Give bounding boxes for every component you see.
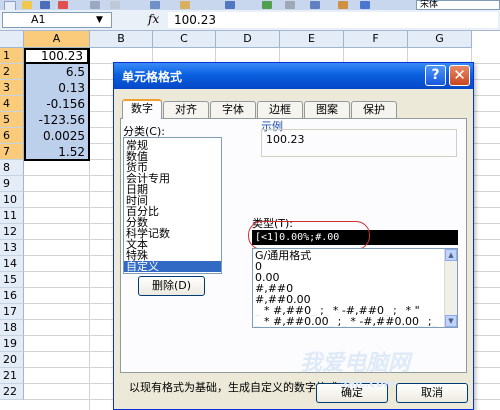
formula-input[interactable]: 100.23 — [168, 12, 498, 28]
row-header[interactable]: 7 — [0, 144, 24, 160]
row-header[interactable]: 21 — [0, 368, 24, 384]
row-header[interactable]: 6 — [0, 128, 24, 144]
cell-a7[interactable]: 1.52 — [24, 144, 89, 160]
permission-icon[interactable] — [58, 1, 68, 9]
chart-icon[interactable] — [338, 1, 348, 9]
cell-a4[interactable]: -0.156 — [24, 96, 89, 112]
formula-bar: A1 ▼ fx 100.23 — [0, 10, 500, 31]
help-icon[interactable] — [360, 1, 370, 9]
cell-a5[interactable]: -123.56 — [24, 112, 89, 128]
row-header[interactable]: 17 — [0, 304, 24, 320]
column-header-d[interactable]: D — [216, 31, 280, 48]
sample-value: 100.23 — [266, 133, 305, 146]
row-header[interactable]: 15 — [0, 272, 24, 288]
row-header[interactable]: 1 — [0, 48, 24, 64]
category-list[interactable]: 常规 数值 货币 会计专用 日期 时间 百分比 分数 科学记数 文本 特殊 自定义 — [123, 137, 222, 274]
close-button[interactable]: ✕ — [449, 65, 470, 86]
row-header[interactable]: 18 — [0, 320, 24, 336]
column-header-e[interactable]: E — [280, 31, 344, 48]
autosum-icon[interactable] — [285, 1, 295, 9]
column-header-c[interactable]: C — [153, 31, 216, 48]
category-item[interactable]: 自定义 — [124, 261, 221, 272]
type-list[interactable]: G/通用格式 0 0.00 #,##0 #,##0.00 _ * #,##0_ ;_ * … — [252, 248, 458, 328]
type-list-item[interactable]: #,##0.00 — [253, 294, 443, 305]
print-icon[interactable] — [90, 1, 100, 9]
tab-protection[interactable]: 保护 — [351, 101, 397, 118]
select-all-corner[interactable] — [0, 31, 24, 48]
row-header[interactable]: 11 — [0, 208, 24, 224]
chevron-down-icon[interactable]: ▼ — [96, 15, 103, 25]
row-header[interactable]: 16 — [0, 288, 24, 304]
tab-patterns[interactable]: 图案 — [304, 101, 350, 118]
row-header[interactable]: 3 — [0, 80, 24, 96]
tab-alignment[interactable]: 对齐 — [163, 101, 209, 118]
column-header-f[interactable]: F — [344, 31, 408, 48]
function-icon[interactable]: fx — [148, 12, 159, 26]
row-header[interactable]: 19 — [0, 336, 24, 352]
column-header-b[interactable]: B — [90, 31, 153, 48]
cut-icon[interactable] — [150, 1, 160, 9]
column-header-g[interactable]: G — [408, 31, 472, 48]
row-header[interactable]: 8 — [0, 160, 24, 176]
watermark-logo: 我爱电脑网 5ajc.com — [300, 351, 411, 390]
dialog-titlebar[interactable]: 单元格格式 ? ✕ — [114, 63, 473, 89]
number-tab-panel: 分类(C): 常规 数值 货币 会计专用 日期 时间 百分比 分数 科学记数 文本 特殊 自定义 示例… — [120, 118, 467, 394]
row-header[interactable]: 9 — [0, 176, 24, 192]
sort-icon[interactable] — [310, 1, 320, 9]
format-cells-dialog: 单元格格式 ? ✕ 数字 对齐 字体 边框 图案 保护 分类(C): 常规 数值货… — [113, 62, 474, 410]
row-header[interactable]: 20 — [0, 352, 24, 368]
scroll-down-icon[interactable]: ▼ — [445, 315, 457, 327]
type-list-item[interactable]: 0.00 — [253, 272, 443, 283]
type-list-item[interactable]: _ * #,##0_ ;_ * -#,##0_ ;_ * " — [253, 305, 443, 316]
cell-a1[interactable]: 100.23 — [24, 48, 89, 64]
tab-font[interactable]: 字体 — [210, 101, 256, 118]
row-header[interactable]: 14 — [0, 256, 24, 272]
row-header[interactable]: 4 — [0, 96, 24, 112]
type-list-item[interactable]: 0 — [253, 261, 443, 272]
save-icon[interactable] — [40, 1, 50, 9]
type-list-scrollbar[interactable]: ▲ ▼ — [444, 249, 457, 327]
row-header[interactable]: 5 — [0, 112, 24, 128]
row-header[interactable]: 22 — [0, 384, 24, 400]
paste-icon[interactable] — [180, 1, 190, 9]
gridline — [89, 48, 90, 410]
tab-number[interactable]: 数字 — [122, 99, 162, 119]
type-list-item[interactable]: G/通用格式 — [253, 250, 443, 261]
sample-box: 100.23 — [261, 129, 457, 157]
type-list-item[interactable]: _ * #,##0.00_ ;_ * -#,##0.00_ ;_ — [253, 316, 443, 327]
cell-a6[interactable]: 0.0025 — [24, 128, 89, 144]
dialog-title: 单元格格式 — [122, 70, 183, 84]
tab-border[interactable]: 边框 — [257, 101, 303, 118]
help-button[interactable]: ? — [425, 65, 446, 86]
hyperlink-icon[interactable] — [262, 1, 272, 9]
cell-a3[interactable]: 0.13 — [24, 80, 89, 96]
type-list-item[interactable]: #,##0 — [253, 283, 443, 294]
row-header[interactable]: 2 — [0, 64, 24, 80]
row-header[interactable]: 10 — [0, 192, 24, 208]
preview-icon[interactable] — [110, 1, 120, 9]
open-icon[interactable] — [22, 1, 32, 9]
column-header-a[interactable]: A — [24, 31, 90, 48]
delete-button[interactable]: 删除(D) — [138, 276, 205, 296]
row-header[interactable]: 12 — [0, 224, 24, 240]
row-header[interactable]: 13 — [0, 240, 24, 256]
font-name-select[interactable]: 宋体 — [416, 0, 500, 10]
cell-a2[interactable]: 6.5 — [24, 64, 89, 80]
undo-icon[interactable] — [225, 1, 235, 9]
scroll-up-icon[interactable]: ▲ — [445, 249, 457, 261]
highlight-oval — [248, 221, 370, 250]
